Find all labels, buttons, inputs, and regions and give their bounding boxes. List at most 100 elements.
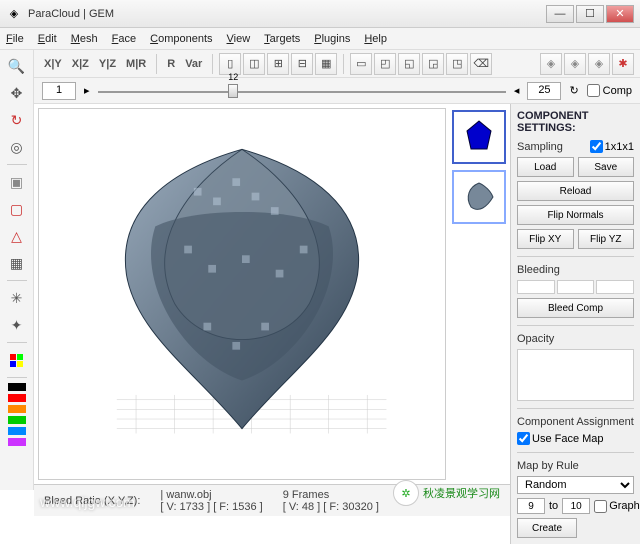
status-frames: 9 Frames	[283, 489, 379, 501]
create-button[interactable]: Create	[517, 518, 577, 538]
layout2-icon[interactable]: ◫	[243, 53, 265, 75]
slider-max[interactable]: 25	[527, 82, 561, 100]
orbit-icon[interactable]: ↻	[5, 108, 29, 132]
panel-title: COMPONENT SETTINGS:	[517, 110, 634, 134]
render3-icon[interactable]: ◈	[588, 53, 610, 75]
menu-view[interactable]: View	[227, 33, 251, 45]
graph-label: Graph	[609, 500, 640, 512]
range-from[interactable]	[517, 498, 545, 514]
separator	[156, 54, 157, 74]
grid-icon[interactable]: ▦	[5, 251, 29, 275]
menu-plugins[interactable]: Plugins	[314, 33, 350, 45]
star-icon[interactable]: ✳	[5, 286, 29, 310]
view-var[interactable]: Var	[181, 58, 206, 70]
bleeding-label: Bleeding	[517, 264, 634, 276]
layout5-icon[interactable]: ▦	[315, 53, 337, 75]
view-r[interactable]: R	[163, 58, 179, 70]
3d-viewport[interactable]	[38, 108, 446, 480]
window4-icon[interactable]: ◳	[446, 53, 468, 75]
slider-min[interactable]: 1	[42, 82, 76, 100]
bleed-comp-button[interactable]: Bleed Comp	[517, 298, 634, 318]
app-icon: ◈	[6, 6, 22, 22]
menu-file[interactable]: File	[6, 33, 24, 45]
color-black[interactable]	[8, 383, 26, 391]
layout4-icon[interactable]: ⊟	[291, 53, 313, 75]
sampling-checkbox[interactable]	[590, 140, 603, 153]
comp-label: Comp	[603, 85, 632, 97]
window-title: ParaCloud | GEM	[28, 8, 546, 20]
thumbnail-panel	[450, 104, 510, 484]
window2-icon[interactable]: ◱	[398, 53, 420, 75]
play-end-icon[interactable]: ◂	[514, 84, 520, 97]
left-toolbar: 🔍 ✥ ↻ ◎ ▣ ▢ △ ▦ ✳ ✦	[0, 50, 34, 490]
component-thumb-1[interactable]	[452, 110, 506, 164]
component-thumb-2[interactable]	[452, 170, 506, 224]
view-xy[interactable]: X|Y	[40, 58, 66, 70]
view-yz[interactable]: Y|Z	[95, 58, 120, 70]
close-button[interactable]: ✕	[606, 5, 634, 23]
watermark: www.qljgw.com	[40, 494, 135, 510]
bleed-x[interactable]	[517, 280, 555, 294]
opacity-slider[interactable]	[517, 349, 634, 401]
menu-targets[interactable]: Targets	[264, 33, 300, 45]
minimize-button[interactable]: —	[546, 5, 574, 23]
separator	[7, 342, 27, 343]
bleed-y[interactable]	[557, 280, 595, 294]
palette-icon[interactable]	[5, 348, 29, 372]
menu-face[interactable]: Face	[112, 33, 136, 45]
separator	[7, 280, 27, 281]
render1-icon[interactable]: ◈	[540, 53, 562, 75]
flip-yz-button[interactable]: Flip YZ	[578, 229, 635, 249]
comp-assign-label: Component Assignment	[517, 416, 634, 428]
graph-checkbox[interactable]	[594, 500, 607, 513]
menu-components[interactable]: Components	[150, 33, 212, 45]
render2-icon[interactable]: ◈	[564, 53, 586, 75]
save-button[interactable]: Save	[578, 157, 635, 177]
frame-slider[interactable]: 12	[98, 84, 506, 98]
crosshair-icon[interactable]: ✦	[5, 313, 29, 337]
separator	[7, 164, 27, 165]
rule-select[interactable]: Random	[517, 476, 634, 494]
maximize-button[interactable]: ☐	[576, 5, 604, 23]
triangle-icon[interactable]: △	[5, 224, 29, 248]
layout3-icon[interactable]: ⊞	[267, 53, 289, 75]
bleed-z[interactable]	[596, 280, 634, 294]
flip-normals-button[interactable]: Flip Normals	[517, 205, 634, 225]
flip-xy-button[interactable]: Flip XY	[517, 229, 574, 249]
top-toolbar: X|Y X|Z Y|Z M|R R Var ▯ ◫ ⊞ ⊟ ▦ ▭ ◰ ◱ ◲ …	[34, 50, 640, 78]
load-button[interactable]: Load	[517, 157, 574, 177]
view-xz[interactable]: X|Z	[68, 58, 93, 70]
use-face-checkbox[interactable]	[517, 432, 530, 445]
render4-icon[interactable]: ✱	[612, 53, 634, 75]
loop-icon[interactable]: ↻	[569, 84, 578, 97]
window1-icon[interactable]: ◰	[374, 53, 396, 75]
color-green[interactable]	[8, 416, 26, 424]
view-mr[interactable]: M|R	[122, 58, 150, 70]
pan-icon[interactable]: ✥	[5, 81, 29, 105]
color-orange[interactable]	[8, 405, 26, 413]
cube-icon[interactable]: ▣	[5, 170, 29, 194]
target-icon[interactable]: ◎	[5, 135, 29, 159]
corner-logo: ✲ 秋凌景观学习网	[393, 480, 500, 506]
mesh-preview	[59, 119, 425, 459]
range-to[interactable]	[562, 498, 590, 514]
reload-button[interactable]: Reload	[517, 181, 634, 201]
window3-icon[interactable]: ◲	[422, 53, 444, 75]
status-v2: [ V: 48 ] [ F: 30320 ]	[283, 501, 379, 513]
delete-icon[interactable]: ⌫	[470, 53, 492, 75]
menu-edit[interactable]: Edit	[38, 33, 57, 45]
color-blue[interactable]	[8, 427, 26, 435]
play-icon[interactable]: ▸	[84, 84, 90, 97]
to-label: to	[549, 500, 558, 512]
color-red[interactable]	[8, 394, 26, 402]
zoom-icon[interactable]: 🔍	[5, 54, 29, 78]
comp-checkbox[interactable]	[587, 84, 600, 97]
select-icon[interactable]: ▢	[5, 197, 29, 221]
menu-mesh[interactable]: Mesh	[71, 33, 98, 45]
slider-value: 12	[228, 72, 238, 82]
map-rule-label: Map by Rule	[517, 460, 634, 472]
new-icon[interactable]: ▭	[350, 53, 372, 75]
use-face-label: Use Face Map	[532, 433, 604, 445]
color-purple[interactable]	[8, 438, 26, 446]
menu-help[interactable]: Help	[364, 33, 387, 45]
